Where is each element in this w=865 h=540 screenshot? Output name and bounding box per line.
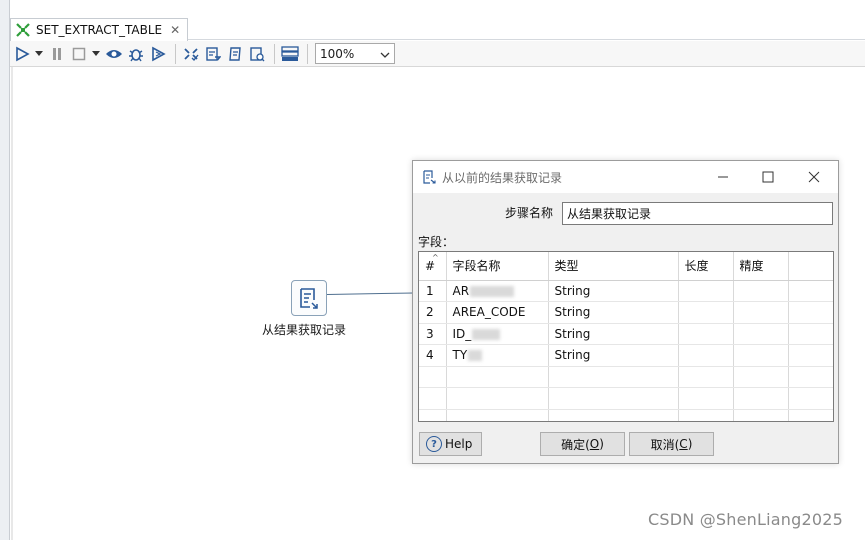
step-label: 从结果获取记录 — [262, 323, 347, 337]
field-precision-cell[interactable] — [733, 323, 789, 345]
dialog-icon — [422, 169, 438, 185]
get-rows-from-result-dialog: 从以前的结果获取记录 步骤名称 字段： ^ # 字段名称 类型 长度 精度 — [412, 160, 839, 464]
field-type-cell[interactable]: String — [548, 280, 679, 302]
row-number: 2 — [419, 301, 447, 324]
impact-icon[interactable] — [203, 44, 223, 64]
dialog-titlebar[interactable]: 从以前的结果获取记录 — [413, 161, 838, 193]
ok-button[interactable]: 确定(O) — [540, 432, 625, 456]
field-length-cell[interactable] — [678, 323, 734, 345]
field-precision-cell[interactable] — [733, 280, 789, 302]
toolbar-separator — [307, 43, 308, 64]
step-name-input[interactable] — [562, 202, 833, 225]
column-header-precision[interactable]: 精度 — [733, 252, 789, 281]
column-header-type[interactable]: 类型 — [548, 252, 679, 281]
column-header-filler — [788, 252, 833, 281]
field-name-cell[interactable]: AR — [446, 280, 549, 302]
field-type-cell[interactable]: String — [548, 344, 679, 367]
toolbar-separator — [175, 43, 176, 64]
row-number: 4 — [419, 344, 447, 367]
redacted-text — [470, 285, 515, 297]
field-length-cell[interactable] — [678, 301, 734, 324]
filler-cell — [788, 344, 833, 367]
maximize-icon[interactable] — [748, 161, 788, 193]
fields-label: 字段： — [418, 235, 455, 249]
fields-table[interactable]: ^ # 字段名称 类型 长度 精度 1 AR String 2 AREA_COD… — [418, 251, 834, 422]
close-icon[interactable] — [794, 161, 834, 193]
pause-icon[interactable] — [47, 44, 67, 64]
replay-icon[interactable] — [148, 44, 168, 64]
tab-set-extract-table[interactable]: SET_EXTRACT_TABLE ✕ — [10, 18, 188, 41]
redacted-text — [472, 328, 501, 340]
table-row[interactable]: 2 AREA_CODE String — [419, 301, 833, 324]
run-dropdown-icon[interactable] — [34, 44, 44, 64]
help-label: Help — [445, 437, 473, 451]
left-gutter — [0, 0, 10, 540]
explore-db-icon[interactable] — [247, 44, 267, 64]
verify-icon[interactable] — [181, 44, 201, 64]
field-name-cell[interactable]: AREA_CODE — [446, 301, 549, 324]
show-results-icon[interactable] — [280, 44, 300, 64]
step-get-rows-from-result[interactable] — [291, 280, 327, 316]
tab-label: SET_EXTRACT_TABLE — [36, 23, 163, 37]
table-row[interactable]: 4 TY String — [419, 344, 833, 367]
table-row-empty[interactable] — [419, 409, 833, 421]
field-precision-cell[interactable] — [733, 301, 789, 324]
cancel-button[interactable]: 取消(C) — [629, 432, 714, 456]
zoom-value: 100% — [320, 46, 355, 61]
close-tab-icon[interactable]: ✕ — [170, 23, 180, 37]
run-icon[interactable] — [12, 44, 32, 64]
table-row[interactable]: 1 AR String — [419, 280, 833, 302]
dialog-title: 从以前的结果获取记录 — [442, 170, 563, 185]
filler-cell — [788, 280, 833, 302]
field-length-cell[interactable] — [678, 344, 734, 367]
transformation-icon — [14, 21, 32, 39]
sort-indicator-icon: ^ — [432, 253, 439, 262]
help-button[interactable]: ? Help — [419, 432, 482, 456]
field-length-cell[interactable] — [678, 280, 734, 302]
table-header-row: # 字段名称 类型 长度 精度 — [419, 252, 833, 281]
column-header-field-name[interactable]: 字段名称 — [446, 252, 549, 281]
row-number: 3 — [419, 323, 447, 345]
sql-icon[interactable] — [225, 44, 245, 64]
transformation-toolbar: 100% — [10, 41, 865, 67]
editor-tab-bar: SET_EXTRACT_TABLE ✕ — [10, 0, 865, 41]
chevron-down-icon — [380, 47, 390, 61]
redacted-text — [468, 350, 483, 362]
get-rows-from-result-icon — [300, 288, 318, 309]
table-row-empty[interactable] — [419, 366, 833, 388]
step-name-label: 步骤名称 — [505, 206, 554, 220]
zoom-select[interactable]: 100% — [315, 43, 395, 64]
field-name-cell[interactable]: ID_ — [446, 323, 549, 345]
field-type-cell[interactable]: String — [548, 301, 679, 324]
minimize-icon[interactable] — [703, 161, 743, 193]
help-icon: ? — [426, 436, 442, 452]
column-header-length[interactable]: 长度 — [678, 252, 734, 281]
watermark: CSDN @ShenLiang2025 — [648, 510, 843, 529]
preview-icon[interactable] — [104, 44, 124, 64]
table-row[interactable]: 3 ID_ String — [419, 323, 833, 345]
toolbar-separator — [274, 43, 275, 64]
row-number: 1 — [419, 280, 447, 302]
stop-dropdown-icon[interactable] — [91, 44, 101, 64]
filler-cell — [788, 301, 833, 324]
filler-cell — [788, 323, 833, 345]
debug-icon[interactable] — [126, 44, 146, 64]
field-precision-cell[interactable] — [733, 344, 789, 367]
field-type-cell[interactable]: String — [548, 323, 679, 345]
table-row-empty[interactable] — [419, 387, 833, 410]
field-name-cell[interactable]: TY — [446, 344, 549, 367]
stop-icon[interactable] — [69, 44, 89, 64]
